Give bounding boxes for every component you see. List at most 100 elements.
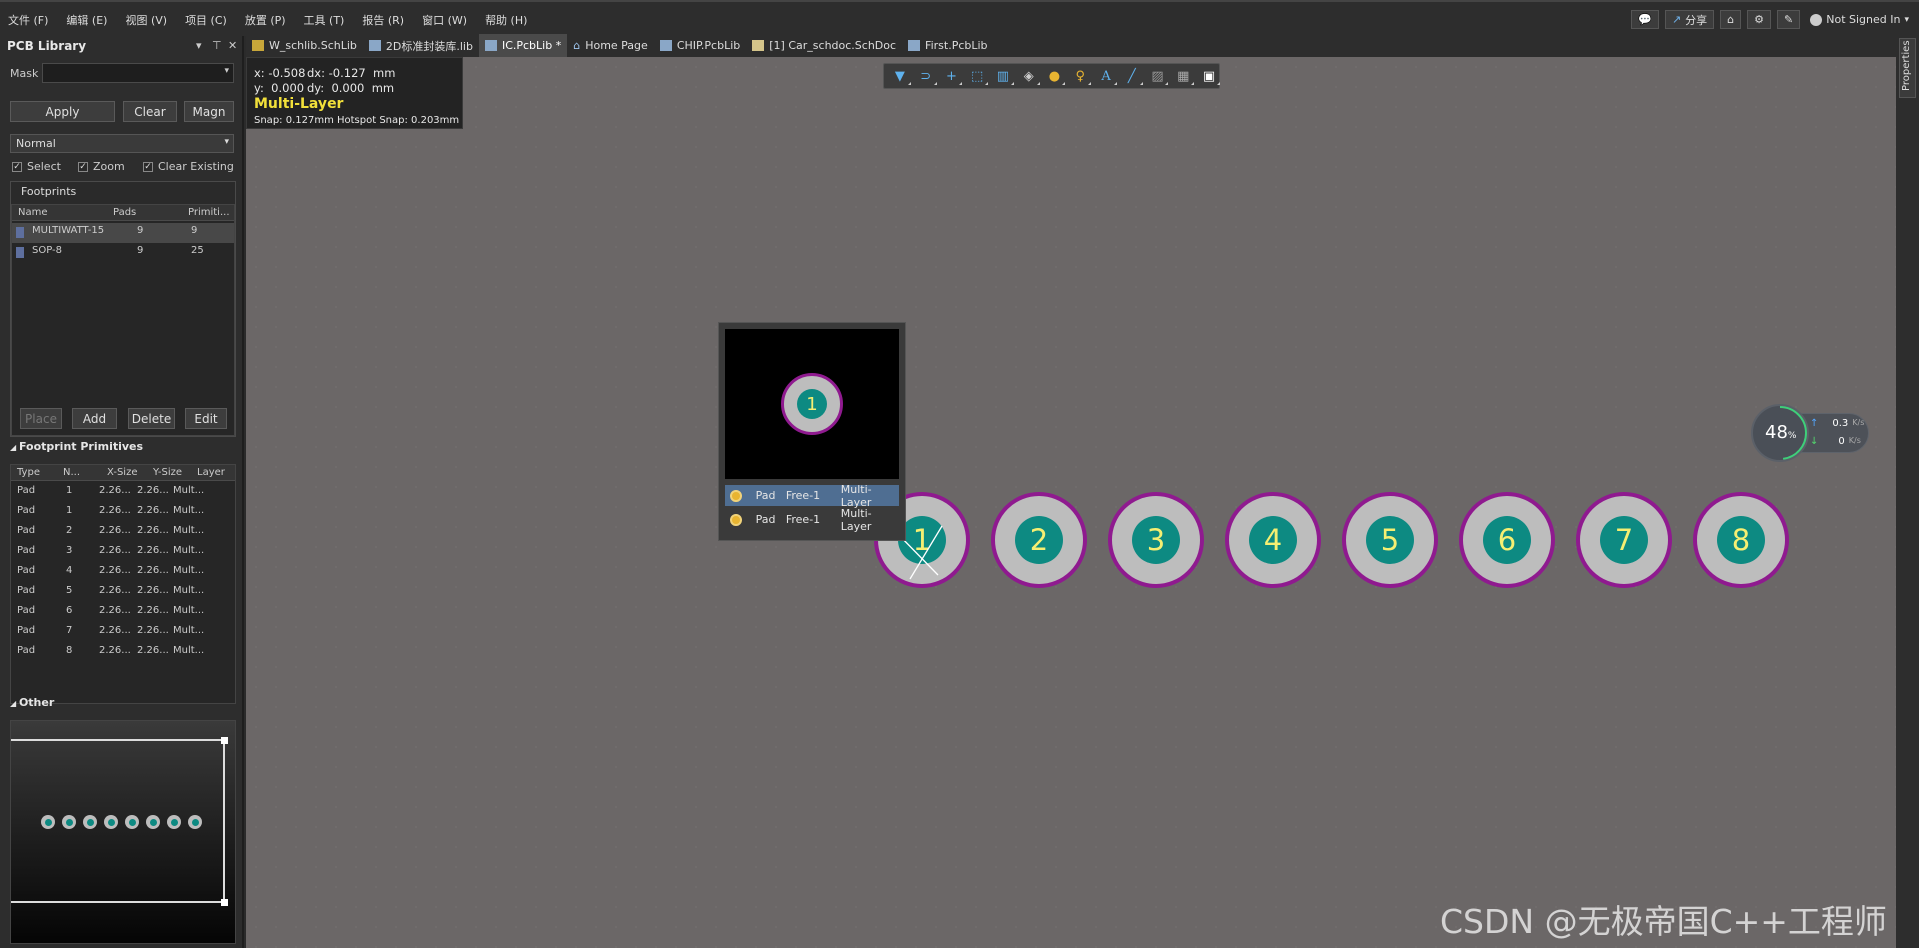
tab-ic-pcblib[interactable]: IC.PcbLib * (478, 34, 568, 57)
footprints-section: Footprints Name Pads Primiti... MULTIWAT… (10, 181, 236, 437)
mode-value: Normal (16, 137, 56, 150)
primitive-type: Pad (17, 525, 36, 536)
align-icon[interactable]: ▥ (993, 66, 1014, 86)
primitive-row[interactable]: Pad 6 2.26... 2.26... Mult... (11, 603, 235, 623)
col-layer[interactable]: Layer (197, 467, 225, 478)
clear-button[interactable]: Clear (123, 101, 177, 122)
primitive-type: Pad (17, 625, 36, 636)
feedback-button[interactable]: 💬 (1631, 10, 1659, 29)
col-type[interactable]: Type (17, 467, 40, 478)
settings-button[interactable]: ⚙ (1747, 10, 1772, 29)
home-icon: ⌂ (1727, 13, 1735, 26)
menu-project[interactable]: 项目 (C) (185, 12, 227, 28)
primitive-row[interactable]: Pad 3 2.26... 2.26... Mult... (11, 543, 235, 563)
tab-car-schdoc[interactable]: [1] Car_schdoc.SchDoc (746, 34, 902, 57)
primitive-row[interactable]: Pad 2 2.26... 2.26... Mult... (11, 523, 235, 543)
primitive-row[interactable]: Pad 1 2.26... 2.26... Mult... (11, 503, 235, 523)
line-icon[interactable]: ╱ (1122, 66, 1143, 86)
footprint-mini-preview[interactable] (10, 720, 236, 944)
pad-number: 5 (1366, 516, 1414, 564)
menu-view[interactable]: 视图 (V) (125, 12, 167, 28)
col-name[interactable]: Name (18, 207, 48, 218)
snapshot-icon[interactable]: ▣ (1199, 66, 1220, 86)
popup-row[interactable]: Pad Free-1 Multi-Layer (725, 507, 899, 533)
network-speed-widget[interactable]: ↑ 0.3 K/s ↓ 0 K/s 48% (1751, 404, 1871, 462)
menu-edit[interactable]: 编辑 (E) (66, 12, 107, 28)
preview-handle[interactable] (221, 899, 228, 906)
menu-window[interactable]: 窗口 (W) (422, 12, 467, 28)
select-checkbox[interactable]: ✓ Select (12, 160, 61, 173)
mode-select[interactable]: Normal ▾ (10, 134, 234, 153)
primitive-y: 2.26... (137, 505, 169, 516)
zoom-checkbox[interactable]: ✓ Zoom (78, 160, 125, 173)
pad-5[interactable]: 5 (1342, 492, 1438, 588)
primitive-row[interactable]: Pad 7 2.26... 2.26... Mult... (11, 623, 235, 643)
menu-reports[interactable]: 报告 (R) (362, 12, 404, 28)
primitive-y: 2.26... (137, 645, 169, 656)
pad-8[interactable]: 8 (1693, 492, 1789, 588)
crosshair-icon[interactable]: + (942, 66, 963, 86)
layers-icon[interactable]: ◈ (1019, 66, 1040, 86)
panel-menu-icon[interactable]: ▾ (196, 39, 202, 52)
other-section-title[interactable]: ◢ Other (10, 696, 54, 709)
pad-4[interactable]: 4 (1225, 492, 1321, 588)
primitives-section-title[interactable]: ◢ Footprint Primitives (10, 440, 143, 453)
menu-tools[interactable]: 工具 (T) (304, 12, 345, 28)
col-xsize[interactable]: X-Size (107, 467, 138, 478)
pin-icon[interactable]: ⊤ (212, 39, 222, 52)
primitive-row[interactable]: Pad 4 2.26... 2.26... Mult... (11, 563, 235, 583)
footprint-row[interactable]: SOP-8 9 25 (12, 243, 234, 263)
pcb-library-panel: PCB Library ▾ ⊤ ✕ Mask ▾ Apply Clear Mag… (0, 36, 244, 948)
col-primitives[interactable]: Primiti... (188, 207, 230, 218)
primitive-row[interactable]: Pad 8 2.26... 2.26... Mult... (11, 643, 235, 663)
share-button[interactable]: ↗ 分享 (1664, 10, 1715, 29)
chart-icon[interactable]: ▦ (1173, 66, 1194, 86)
pad-7[interactable]: 7 (1576, 492, 1672, 588)
pad-2[interactable]: 2 (991, 492, 1087, 588)
add-button[interactable]: Add (72, 408, 117, 429)
close-icon[interactable]: ✕ (228, 39, 237, 52)
place-button[interactable]: Place (20, 408, 62, 429)
text-icon[interactable]: A (1096, 66, 1117, 86)
primitive-row[interactable]: Pad 5 2.26... 2.26... Mult... (11, 583, 235, 603)
tab-2d-lib[interactable]: 2D标准封装库.lib (363, 34, 479, 57)
menu-place[interactable]: 放置 (P) (245, 12, 286, 28)
select-rect-icon[interactable]: ⬚ (967, 66, 988, 86)
region-icon[interactable]: ▨ (1148, 66, 1169, 86)
pad-number: 2 (1015, 516, 1063, 564)
menu-help[interactable]: 帮助 (H) (485, 12, 527, 28)
properties-tab[interactable]: Properties (1899, 38, 1916, 98)
route-icon[interactable]: ⊃ (916, 66, 937, 86)
col-number[interactable]: N... (63, 467, 80, 478)
pad-icon[interactable]: ● (1045, 66, 1066, 86)
col-pads[interactable]: Pads (113, 207, 136, 218)
apply-button[interactable]: Apply (10, 101, 115, 122)
notifications-button[interactable]: ✎ (1777, 10, 1801, 29)
footprint-row[interactable]: MULTIWATT-15 9 9 (12, 223, 234, 243)
preview-pad-number: 1 (797, 389, 827, 419)
delete-button[interactable]: Delete (128, 408, 175, 429)
mask-input[interactable]: ▾ (42, 63, 234, 83)
tab-first-pcblib[interactable]: First.PcbLib (902, 34, 993, 57)
col-ysize[interactable]: Y-Size (153, 467, 182, 478)
bell-icon: ✎ (1784, 13, 1794, 26)
filter-icon[interactable]: ▼ (890, 66, 911, 86)
user-menu[interactable]: Not Signed In ▾ (1810, 13, 1909, 26)
tab-w-schlib[interactable]: W_schlib.SchLib (246, 34, 363, 57)
chevron-down-icon: ▾ (1904, 14, 1909, 25)
edit-button[interactable]: Edit (185, 408, 227, 429)
pad-6[interactable]: 6 (1459, 492, 1555, 588)
pad-number: 6 (1483, 516, 1531, 564)
clear-existing-checkbox[interactable]: ✓ Clear Existing (143, 160, 235, 173)
tab-home-page[interactable]: ⌂ Home Page (567, 34, 654, 57)
popup-row[interactable]: Pad Free-1 Multi-Layer (725, 483, 899, 509)
primitive-row[interactable]: Pad 1 2.26... 2.26... Mult... (11, 483, 235, 503)
pad-3[interactable]: 3 (1108, 492, 1204, 588)
tab-chip-pcblib[interactable]: CHIP.PcbLib (654, 34, 746, 57)
primitive-layer: Mult... (173, 625, 205, 636)
menu-file[interactable]: 文件 (F) (8, 12, 48, 28)
home-button[interactable]: ⌂ (1720, 10, 1742, 29)
preview-handle[interactable] (221, 737, 228, 744)
via-icon[interactable]: ♀ (1070, 66, 1091, 86)
magnify-button[interactable]: Magn (184, 101, 234, 122)
